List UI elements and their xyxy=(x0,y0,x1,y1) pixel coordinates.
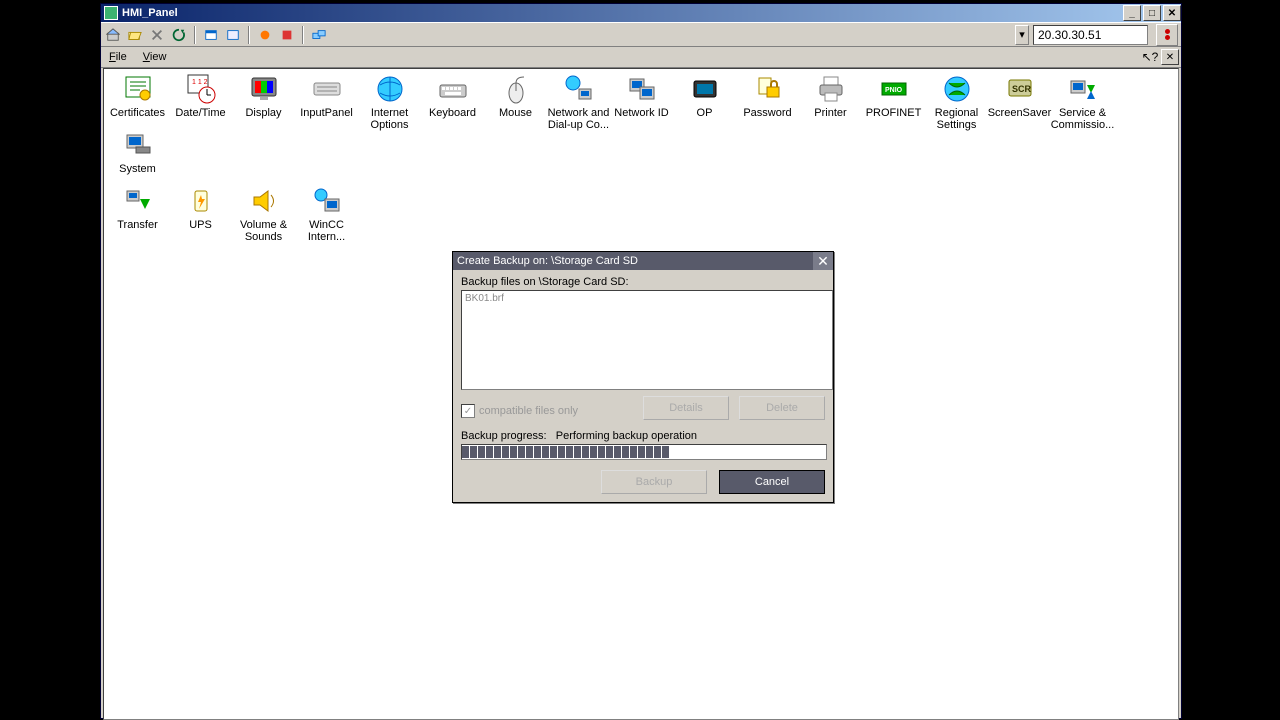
system-icon xyxy=(122,129,154,161)
control-panel-icons: Certificates 1 1 2Date/Time Display Inpu… xyxy=(104,69,1178,243)
clock-icon: 1 1 2 xyxy=(185,73,217,105)
progress-status: Performing backup operation xyxy=(556,430,697,442)
svg-text:SCR: SCR xyxy=(1012,84,1032,94)
icon-op[interactable]: OP xyxy=(673,73,736,129)
tb-refresh-icon[interactable] xyxy=(170,26,188,44)
minimize-button[interactable]: _ xyxy=(1123,5,1141,21)
dialog-title: Create Backup on: \Storage Card SD xyxy=(457,255,638,267)
svg-text:PNIO: PNIO xyxy=(885,87,903,94)
titlebar: HMI_Panel _ □ ✕ xyxy=(101,4,1181,22)
tb-stop-icon[interactable] xyxy=(278,26,296,44)
ups-icon xyxy=(185,185,217,217)
app-icon xyxy=(104,6,118,20)
icon-printer[interactable]: Printer xyxy=(799,73,862,129)
icon-wincc[interactable]: WinCC Intern... xyxy=(295,185,358,239)
ip-address-field[interactable]: 20.30.30.51 xyxy=(1033,25,1148,45)
icon-volume[interactable]: Volume & Sounds xyxy=(232,185,295,239)
ip-dropdown-arrow[interactable]: ▾ xyxy=(1015,25,1029,45)
icon-inputpanel[interactable]: InputPanel xyxy=(295,73,358,129)
icon-mouse[interactable]: Mouse xyxy=(484,73,547,129)
compatible-checkbox-row: ✓ compatible files only xyxy=(461,404,578,418)
icon-network-conn[interactable]: Network and Dial-up Co... xyxy=(547,73,610,129)
profinet-icon: PNIO xyxy=(878,73,910,105)
compatible-label: compatible files only xyxy=(479,405,578,417)
dialog-close-button[interactable]: ✕ xyxy=(813,252,833,270)
tb-record-icon[interactable] xyxy=(256,26,274,44)
regional-icon xyxy=(941,73,973,105)
icon-keyboard[interactable]: Keyboard xyxy=(421,73,484,129)
speaker-icon xyxy=(248,185,280,217)
tb-window-icon[interactable] xyxy=(202,26,220,44)
icon-service[interactable]: Service & Commissio... xyxy=(1051,73,1114,129)
icon-system[interactable]: System xyxy=(106,129,169,185)
icon-ups[interactable]: UPS xyxy=(169,185,232,239)
backup-dialog: Create Backup on: \Storage Card SD ✕ Bac… xyxy=(452,251,834,503)
control-panel-content: Certificates 1 1 2Date/Time Display Inpu… xyxy=(103,68,1179,720)
tb-app-icon[interactable] xyxy=(224,26,242,44)
backup-file-list[interactable]: BK01.brf xyxy=(461,290,833,390)
cancel-button[interactable]: Cancel xyxy=(719,470,825,494)
svg-text:1 1 2: 1 1 2 xyxy=(192,79,208,86)
icon-password[interactable]: Password xyxy=(736,73,799,129)
icon-profinet[interactable]: PNIOPROFINET xyxy=(862,73,925,129)
compatible-checkbox: ✓ xyxy=(461,404,475,418)
icon-transfer[interactable]: Transfer xyxy=(106,185,169,239)
child-close-button[interactable]: ✕ xyxy=(1161,49,1179,65)
transfer-icon xyxy=(122,185,154,217)
tb-screens-icon[interactable] xyxy=(310,26,328,44)
screensaver-icon: SCR xyxy=(1004,73,1036,105)
maximize-button[interactable]: □ xyxy=(1143,5,1161,21)
globe-icon xyxy=(374,73,406,105)
keyboard-icon xyxy=(437,73,469,105)
tb-tools-icon[interactable] xyxy=(148,26,166,44)
connection-status-icon xyxy=(1156,24,1178,46)
tb-open-icon[interactable] xyxy=(126,26,144,44)
toolbar: ▾ 20.30.30.51 xyxy=(101,22,1181,47)
app-window: HMI_Panel _ □ ✕ ▾ 20.30.30.51 xyxy=(100,3,1182,719)
menubar: File View ↖? ✕ xyxy=(101,47,1181,68)
progress-bar xyxy=(461,444,827,460)
tb-home-icon[interactable] xyxy=(104,26,122,44)
inputpanel-icon xyxy=(311,73,343,105)
lock-icon xyxy=(752,73,784,105)
delete-button: Delete xyxy=(739,396,825,420)
mouse-icon xyxy=(500,73,532,105)
wincc-icon xyxy=(311,185,343,217)
backup-file-entry: BK01.brf xyxy=(465,293,504,304)
window-title: HMI_Panel xyxy=(122,7,178,19)
printer-icon xyxy=(815,73,847,105)
icon-display[interactable]: Display xyxy=(232,73,295,129)
progress-fill xyxy=(462,445,673,459)
icon-internet[interactable]: Internet Options xyxy=(358,73,421,129)
icon-network-id[interactable]: Network ID xyxy=(610,73,673,129)
menu-view[interactable]: View xyxy=(135,49,175,65)
context-help-icon[interactable]: ↖? xyxy=(1141,49,1159,65)
dialog-titlebar: Create Backup on: \Storage Card SD ✕ xyxy=(453,252,833,270)
progress-label: Backup progress: xyxy=(461,430,547,442)
certificate-icon xyxy=(122,73,154,105)
service-icon xyxy=(1067,73,1099,105)
icon-certificates[interactable]: Certificates xyxy=(106,73,169,129)
backup-list-label: Backup files on \Storage Card SD: xyxy=(461,276,825,288)
icon-screensaver[interactable]: SCRScreenSaver xyxy=(988,73,1051,129)
network-icon xyxy=(563,73,595,105)
close-button[interactable]: ✕ xyxy=(1163,5,1181,21)
icon-regional[interactable]: Regional Settings xyxy=(925,73,988,129)
menu-file[interactable]: File xyxy=(101,49,135,65)
backup-button: Backup xyxy=(601,470,707,494)
icon-datetime[interactable]: 1 1 2Date/Time xyxy=(169,73,232,129)
op-icon xyxy=(689,73,721,105)
details-button: Details xyxy=(643,396,729,420)
network-id-icon xyxy=(626,73,658,105)
display-icon xyxy=(248,73,280,105)
